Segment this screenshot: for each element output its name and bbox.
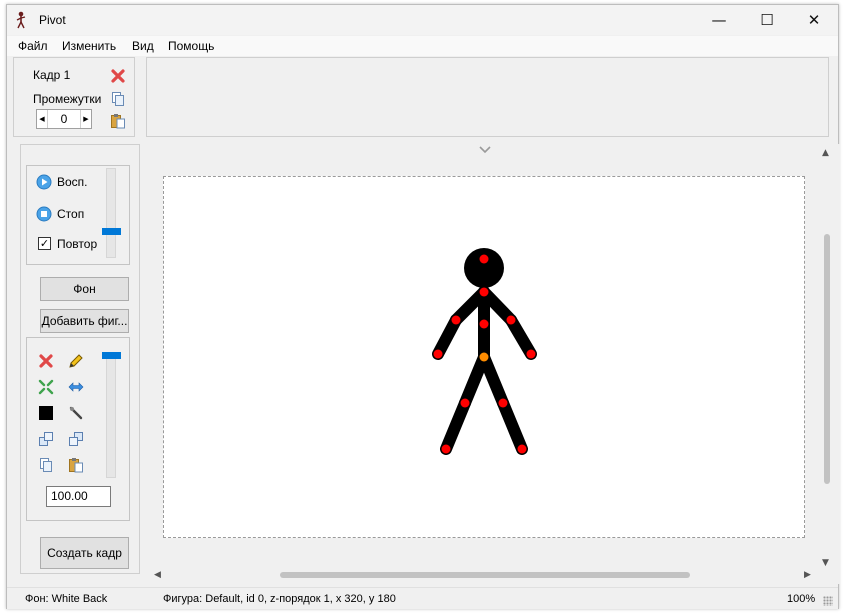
menu-help[interactable]: Помощь (168, 39, 214, 53)
create-frame-button[interactable]: Создать кадр (40, 537, 129, 569)
stepper-right-arrow[interactable]: ▶ (80, 110, 91, 128)
edit-figure-icon[interactable] (68, 353, 84, 369)
window-title: Pivot (39, 13, 66, 27)
play-label[interactable]: Восп. (57, 175, 88, 189)
intervals-label: Промежутки (33, 92, 102, 106)
stage-canvas[interactable] (163, 176, 805, 538)
speed-slider-track[interactable] (106, 168, 116, 258)
flip-figure-icon[interactable] (68, 379, 84, 395)
side-panel: Восп. Стоп ✓ Повтор Фон Добавить фиг... (20, 144, 140, 574)
canvas-area: ▲ ▼ ◀ ▶ (152, 144, 840, 584)
add-figure-button[interactable]: Добавить фиг... (40, 309, 129, 333)
paste-figure-icon[interactable] (68, 457, 84, 473)
background-button[interactable]: Фон (40, 277, 129, 301)
scroll-right-icon[interactable]: ▶ (804, 570, 811, 580)
menu-view[interactable]: Вид (132, 39, 154, 53)
close-button[interactable]: ✕ (791, 5, 837, 35)
send-backward-icon[interactable] (68, 431, 84, 447)
minimize-button[interactable]: — (696, 5, 742, 35)
menu-bar: Файл Изменить Вид Помощь (7, 36, 838, 56)
intervals-value[interactable]: 0 (48, 110, 80, 128)
delete-figure-icon[interactable] (38, 353, 54, 369)
vertical-scrollbar[interactable]: ▲ ▼ (820, 144, 834, 584)
app-window: Pivot — ☐ ✕ Файл Изменить Вид Помощь Кад… (6, 4, 840, 609)
menu-file[interactable]: Файл (18, 39, 48, 53)
bring-forward-icon[interactable] (38, 431, 54, 447)
scroll-up-icon[interactable]: ▲ (822, 148, 829, 158)
stop-icon[interactable] (36, 206, 52, 222)
menu-edit[interactable]: Изменить (62, 39, 116, 53)
resize-grip-icon[interactable] (823, 596, 833, 606)
playback-group: Восп. Стоп ✓ Повтор (26, 165, 130, 265)
figure-color-icon[interactable] (38, 405, 54, 421)
collapse-timeline-icon[interactable] (479, 146, 491, 154)
join-figure-icon[interactable] (68, 405, 84, 421)
copy-frame-icon[interactable] (110, 91, 126, 107)
repeat-checkbox[interactable]: ✓ (38, 237, 51, 250)
tools-group: 100.00 (26, 337, 130, 521)
scale-input[interactable]: 100.00 (46, 486, 111, 507)
copy-figure-icon[interactable] (38, 457, 54, 473)
status-bar: Фон: White Back Фигура: Default, id 0, z… (7, 587, 838, 609)
horizontal-scroll-thumb[interactable] (280, 572, 690, 578)
intervals-stepper[interactable]: ◀ 0 ▶ (36, 109, 92, 129)
scroll-down-icon[interactable]: ▼ (822, 558, 829, 568)
scale-slider-track[interactable] (106, 352, 116, 478)
status-background: Фон: White Back (25, 593, 108, 605)
scale-slider-thumb[interactable] (102, 352, 121, 359)
frame-panel: Кадр 1 Промежутки ◀ 0 ▶ (13, 57, 135, 137)
repeat-label[interactable]: Повтор (57, 237, 97, 251)
status-figure: Фигура: Default, id 0, z-порядок 1, x 32… (163, 593, 396, 605)
scale-figure-icon[interactable] (38, 379, 54, 395)
stickman-app-icon (16, 11, 26, 29)
frame-label: Кадр 1 (33, 68, 71, 82)
maximize-button[interactable]: ☐ (744, 5, 790, 35)
vertical-scroll-thumb[interactable] (824, 234, 830, 484)
play-icon[interactable] (36, 174, 52, 190)
delete-frame-icon[interactable] (110, 68, 126, 84)
title-bar: Pivot — ☐ ✕ (7, 5, 838, 35)
scroll-left-icon[interactable]: ◀ (154, 570, 161, 580)
status-zoom: 100% (787, 593, 816, 605)
stop-label[interactable]: Стоп (57, 207, 84, 221)
speed-slider-thumb[interactable] (102, 228, 121, 235)
stepper-left-arrow[interactable]: ◀ (37, 110, 48, 128)
timeline-panel[interactable] (146, 57, 829, 137)
paste-frame-icon[interactable] (110, 113, 126, 129)
stick-figure[interactable] (164, 177, 804, 537)
